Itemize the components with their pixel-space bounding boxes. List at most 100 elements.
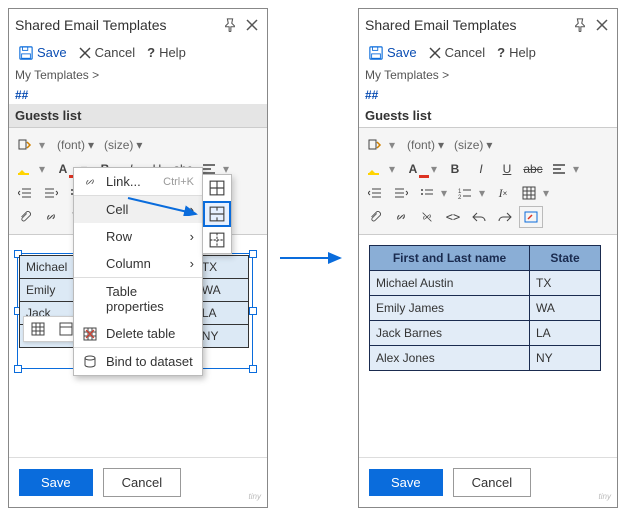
highlight-icon[interactable]	[363, 158, 387, 180]
font-dropdown[interactable]: (font)▾	[403, 134, 448, 156]
ctx-bind-dataset[interactable]: Bind to dataset	[74, 347, 202, 375]
table-cell[interactable]: Michael Austin	[370, 271, 530, 296]
table-header[interactable]: First and Last name	[370, 246, 530, 271]
ctx-table-props[interactable]: Table properties	[74, 277, 202, 320]
chevron-down-icon[interactable]: ▾	[389, 162, 399, 176]
delete-table-icon	[82, 327, 98, 341]
cell-props-icon[interactable]	[203, 175, 231, 201]
help-button[interactable]: ?Help	[491, 43, 542, 62]
attach-icon[interactable]	[363, 206, 387, 228]
size-dropdown[interactable]: (size)▾	[100, 134, 146, 156]
pin-icon[interactable]	[221, 16, 239, 34]
code-icon[interactable]: <>	[441, 206, 465, 228]
chevron-right-icon: ›	[190, 202, 194, 217]
save-button[interactable]: Save	[13, 43, 73, 62]
help-button[interactable]: ?Help	[141, 43, 192, 62]
cancel-button[interactable]: Cancel	[423, 43, 491, 62]
italic-icon[interactable]: I	[469, 158, 493, 180]
table-cell[interactable]: WA	[195, 279, 248, 302]
insert-field-icon[interactable]	[519, 206, 543, 228]
attach-icon[interactable]	[13, 206, 37, 228]
link-icon	[82, 175, 98, 189]
ctx-link[interactable]: Link... Ctrl+K	[74, 168, 202, 195]
chevron-down-icon[interactable]: ▾	[573, 162, 583, 176]
ctx-column[interactable]: Column ›	[74, 250, 202, 277]
chevron-down-icon[interactable]: ▾	[431, 162, 441, 176]
close-icon[interactable]	[593, 16, 611, 34]
macro-icon[interactable]	[13, 134, 37, 156]
underline-icon[interactable]: U	[495, 158, 519, 180]
table-cell[interactable]: Emily James	[370, 296, 530, 321]
svg-text:2: 2	[458, 195, 462, 199]
number-list-icon[interactable]: 12	[453, 182, 477, 204]
template-subject[interactable]: Guests list	[359, 104, 617, 127]
macro-icon[interactable]	[363, 134, 387, 156]
editor-body[interactable]: First and Last name State Michael Austin…	[359, 235, 617, 457]
unlink-icon[interactable]	[415, 206, 439, 228]
link-icon[interactable]	[389, 206, 413, 228]
ctx-delete-table[interactable]: Delete table	[74, 320, 202, 347]
footer-save-button[interactable]: Save	[369, 469, 443, 496]
table-cell[interactable]: Jack Barnes	[370, 321, 530, 346]
tiny-logo: tiny	[249, 492, 261, 501]
chevron-down-icon[interactable]: ▾	[39, 162, 49, 176]
save-button[interactable]: Save	[363, 43, 423, 62]
window-title: Shared Email Templates	[365, 17, 516, 33]
link-icon[interactable]	[39, 206, 63, 228]
window-title: Shared Email Templates	[15, 17, 166, 33]
hash-marker: ##	[9, 86, 267, 104]
chevron-right-icon: ›	[190, 256, 194, 271]
size-dropdown[interactable]: (size)▾	[450, 134, 496, 156]
highlight-icon[interactable]	[13, 158, 37, 180]
bullet-list-icon[interactable]	[415, 182, 439, 204]
chevron-down-icon[interactable]: ▾	[389, 138, 401, 152]
table-header[interactable]: State	[530, 246, 601, 271]
table-cell[interactable]: Alex Jones	[370, 346, 530, 371]
chevron-down-icon[interactable]: ▾	[479, 186, 489, 200]
grid-icon[interactable]	[24, 317, 52, 341]
align-dropdown[interactable]	[547, 158, 571, 180]
footer-save-button[interactable]: Save	[19, 469, 93, 496]
table-cell[interactable]: TX	[530, 271, 601, 296]
close-icon[interactable]	[243, 16, 261, 34]
merge-cells-icon[interactable]	[203, 201, 231, 227]
table-cell[interactable]: TX	[195, 256, 248, 279]
chevron-down-icon[interactable]: ▾	[441, 186, 451, 200]
table-cell[interactable]: LA	[195, 302, 248, 325]
ctx-cell[interactable]: Cell ›	[74, 195, 202, 223]
pin-icon[interactable]	[571, 16, 589, 34]
chevron-right-icon: ›	[190, 229, 194, 244]
table-cell[interactable]: WA	[530, 296, 601, 321]
chevron-down-icon[interactable]: ▾	[543, 186, 553, 200]
result-table[interactable]: First and Last name State Michael Austin…	[369, 245, 601, 371]
table-cell[interactable]: NY	[195, 325, 248, 348]
footer-cancel-button[interactable]: Cancel	[453, 468, 531, 497]
cell-submenu	[202, 174, 232, 254]
cancel-button[interactable]: Cancel	[73, 43, 141, 62]
strike-icon[interactable]: abc	[521, 158, 545, 180]
split-cell-icon[interactable]	[203, 227, 231, 253]
table-icon[interactable]	[517, 182, 541, 204]
table-cell[interactable]: NY	[530, 346, 601, 371]
tiny-logo: tiny	[599, 492, 611, 501]
context-menu: Link... Ctrl+K Cell › Row › Column › Tab…	[73, 167, 203, 376]
bold-icon[interactable]: B	[443, 158, 467, 180]
editor-toolbar: ▾ (font)▾ (size)▾ ▾ A ▾ B I U abc ▾	[359, 127, 617, 235]
dataset-icon	[82, 355, 98, 369]
clear-format-icon[interactable]: I×	[491, 182, 515, 204]
indent-right-icon[interactable]	[39, 182, 63, 204]
chevron-down-icon[interactable]: ▾	[39, 138, 51, 152]
table-cell[interactable]: LA	[530, 321, 601, 346]
indent-left-icon[interactable]	[363, 182, 387, 204]
undo-icon[interactable]	[467, 206, 491, 228]
font-dropdown[interactable]: (font)▾	[53, 134, 98, 156]
footer-cancel-button[interactable]: Cancel	[103, 468, 181, 497]
redo-icon[interactable]	[493, 206, 517, 228]
breadcrumb[interactable]: My Templates >	[359, 64, 617, 86]
transition-arrow	[278, 8, 348, 508]
template-subject[interactable]: Guests list	[9, 104, 267, 127]
breadcrumb[interactable]: My Templates >	[9, 64, 267, 86]
indent-left-icon[interactable]	[13, 182, 37, 204]
indent-right-icon[interactable]	[389, 182, 413, 204]
ctx-row[interactable]: Row ›	[74, 223, 202, 250]
